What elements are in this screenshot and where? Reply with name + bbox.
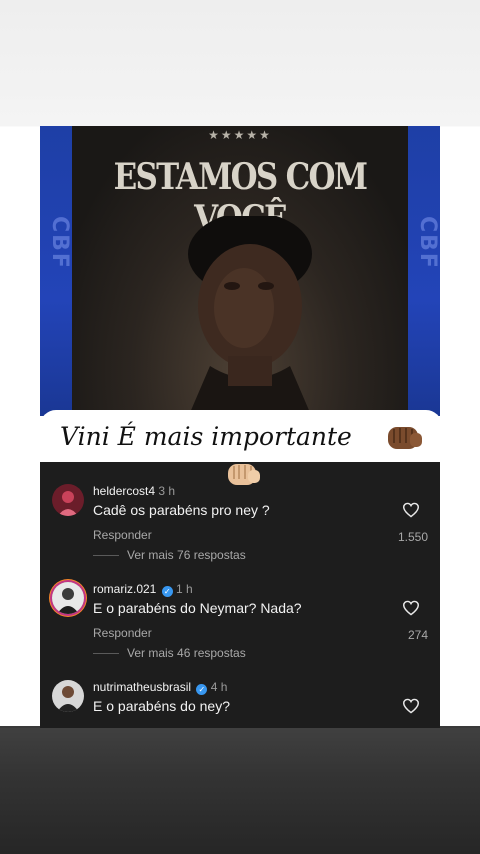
avatar[interactable] — [52, 582, 84, 614]
avatar[interactable] — [52, 484, 84, 516]
fist-emoji-icon — [388, 427, 422, 449]
verified-badge-icon: ✓ — [161, 586, 173, 597]
comment-text: E o parabéns do ney? — [93, 698, 230, 714]
avatar[interactable] — [52, 680, 84, 712]
comment-time: 4 h — [210, 680, 228, 694]
heart-icon[interactable] — [402, 600, 420, 616]
verified-badge-icon: ✓ — [196, 684, 208, 695]
view-more-replies[interactable]: Ver mais 46 respostas — [93, 646, 246, 660]
top-background — [0, 0, 480, 126]
stars-emblem: ★★★★★ — [208, 128, 272, 142]
fist-emoji-icon — [228, 464, 260, 485]
like-count: 274 — [407, 628, 428, 642]
player-photo — [188, 216, 312, 416]
heart-icon[interactable] — [402, 502, 420, 518]
post-image: CBF CBF ★★★★★ ESTAMOS COM VOCÊ — [40, 126, 440, 416]
divider-line — [93, 652, 119, 654]
caption-text: Vini É mais importante — [60, 421, 352, 451]
comment-time: 3 h — [158, 484, 176, 498]
heart-icon[interactable] — [402, 698, 420, 714]
cbf-side-panel-right: CBF — [408, 126, 440, 416]
divider-line — [93, 554, 119, 556]
comment-username[interactable]: romariz.021 ✓ 1 h — [93, 582, 193, 597]
cbf-logo-text: CBF — [415, 216, 440, 270]
reply-button[interactable]: Responder — [93, 626, 152, 640]
like-count: 1.550 — [397, 530, 428, 544]
comment-username[interactable]: nutrimatheusbrasil ✓ 4 h — [93, 680, 227, 695]
comment-username[interactable]: heldercost4 3 h — [93, 484, 175, 498]
comment-time: 1 h — [176, 582, 193, 596]
bottom-background — [0, 728, 480, 854]
comment-text: E o parabéns do Neymar? Nada? — [93, 600, 302, 616]
comments-panel: heldercost4 3 h Cadê os parabéns pro ney… — [40, 462, 440, 728]
comment-text: Cadê os parabéns pro ney ? — [93, 502, 270, 518]
reply-button[interactable]: Responder — [93, 528, 152, 542]
view-more-replies[interactable]: Ver mais 76 respostas — [93, 548, 246, 562]
